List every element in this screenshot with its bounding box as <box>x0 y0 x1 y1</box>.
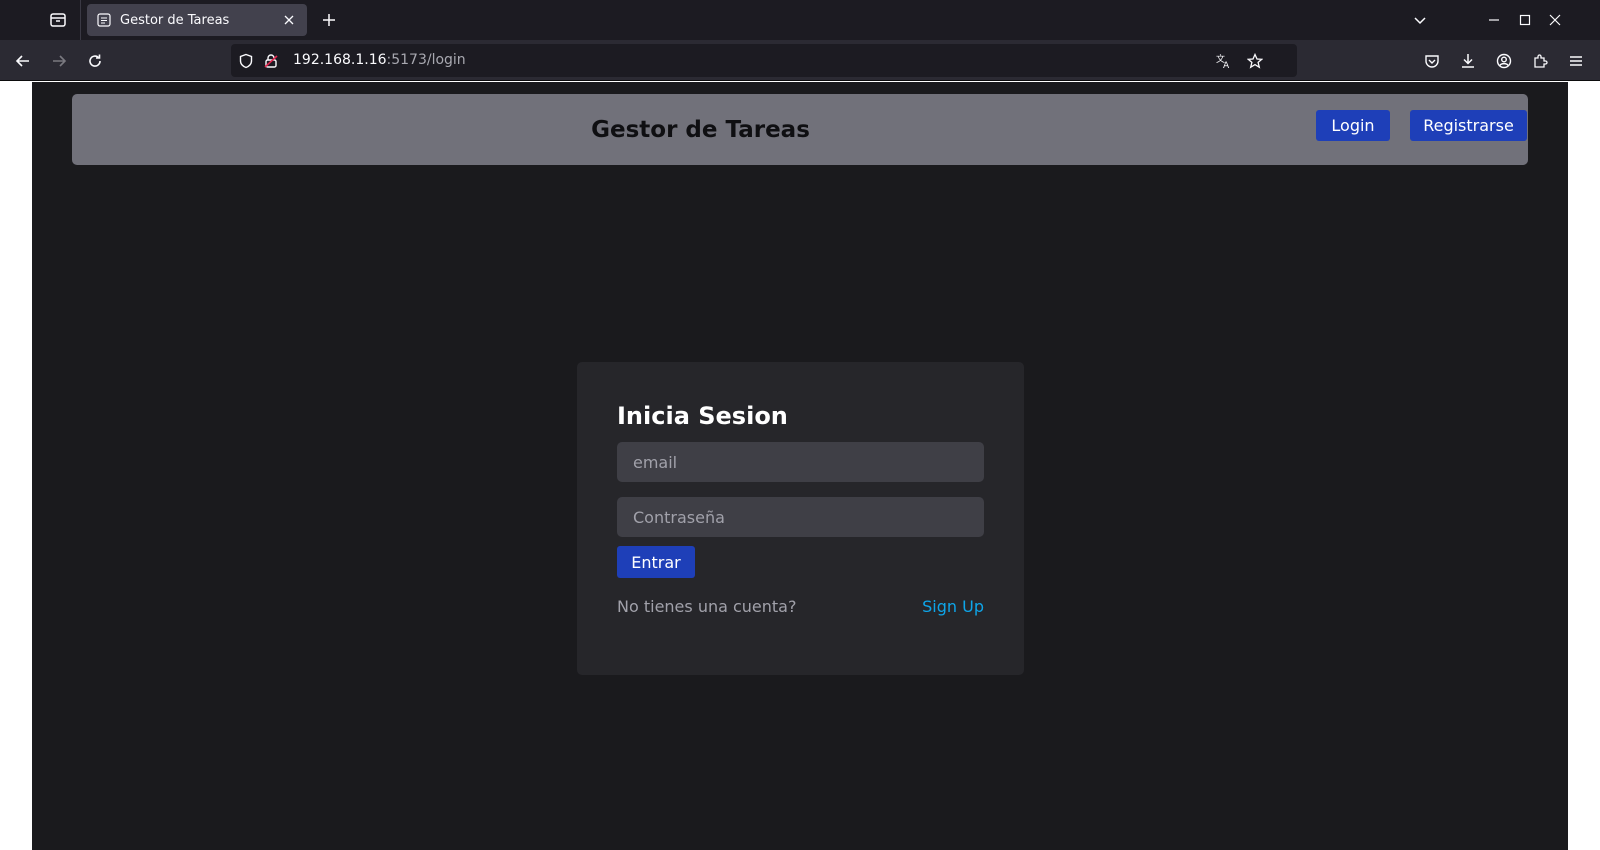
url-bar[interactable]: 192.168.1.16:5173/login 文A <box>231 44 1297 77</box>
url-path: :5173/login <box>386 52 466 68</box>
account-icon[interactable] <box>1491 48 1517 74</box>
submit-login-button[interactable]: Entrar <box>617 546 695 578</box>
page-content: Gestor de Tareas Login Registrarse Inici… <box>32 82 1568 850</box>
browser-tab[interactable]: Gestor de Tareas <box>87 4 307 36</box>
maximize-icon[interactable] <box>1513 8 1537 32</box>
tab-separator <box>80 0 81 40</box>
url-host: 192.168.1.16 <box>293 52 387 68</box>
app-title: Gestor de Tareas <box>591 116 810 143</box>
app-header: Gestor de Tareas Login Registrarse <box>72 94 1528 165</box>
header-login-button[interactable]: Login <box>1316 110 1390 141</box>
no-account-text: No tienes una cuenta? <box>617 597 797 616</box>
browser-tab-bar: Gestor de Tareas <box>0 0 1600 40</box>
close-tab-icon[interactable] <box>277 8 301 32</box>
new-tab-icon[interactable] <box>317 8 341 32</box>
tab-title: Gestor de Tareas <box>120 12 230 28</box>
download-icon[interactable] <box>1455 48 1481 74</box>
translate-icon[interactable]: 文A <box>1215 52 1233 70</box>
header-register-button[interactable]: Registrarse <box>1410 110 1527 141</box>
bookmark-star-icon[interactable] <box>1246 52 1264 70</box>
page-icon <box>96 12 112 28</box>
url-text: 192.168.1.16:5173/login <box>293 52 466 68</box>
close-window-icon[interactable] <box>1543 8 1567 32</box>
login-title: Inicia Sesion <box>617 402 788 430</box>
minimize-icon[interactable] <box>1482 8 1506 32</box>
email-field[interactable] <box>617 442 984 482</box>
password-field[interactable] <box>617 497 984 537</box>
signup-link[interactable]: Sign Up <box>922 597 984 616</box>
firefox-view-icon[interactable] <box>46 8 70 32</box>
chevron-down-icon[interactable] <box>1408 8 1432 32</box>
back-arrow-icon[interactable] <box>10 48 36 74</box>
insecure-lock-icon[interactable] <box>262 52 280 70</box>
shield-icon[interactable] <box>237 52 255 70</box>
reload-icon[interactable] <box>82 48 108 74</box>
svg-text:A: A <box>1223 61 1230 70</box>
menu-icon[interactable] <box>1563 48 1589 74</box>
browser-nav-bar: 192.168.1.16:5173/login 文A <box>0 40 1600 81</box>
extensions-icon[interactable] <box>1527 48 1553 74</box>
pocket-icon[interactable] <box>1419 48 1445 74</box>
forward-arrow-icon[interactable] <box>46 48 72 74</box>
login-card: Inicia Sesion Entrar No tienes una cuent… <box>577 362 1024 675</box>
